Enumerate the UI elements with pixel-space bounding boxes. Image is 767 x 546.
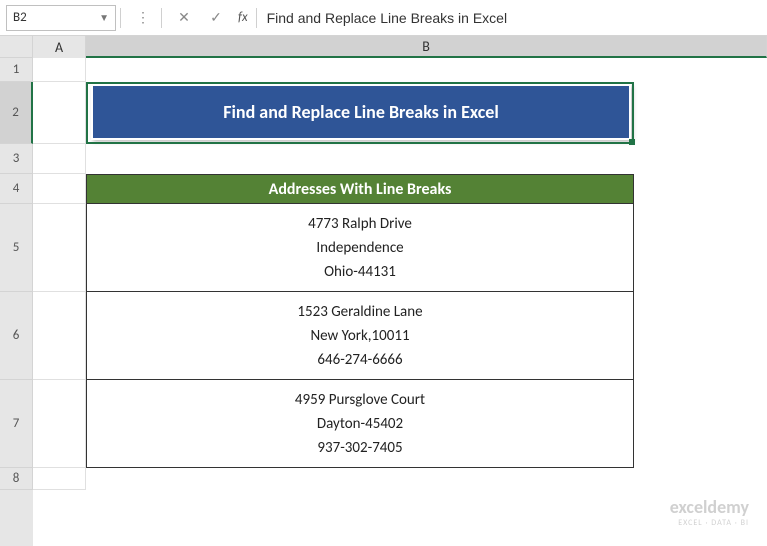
formula-bar: B2 ▼ ⋮ ✕ ✓ fx	[0, 0, 767, 36]
watermark: exceldemy EXCEL · DATA · BI	[670, 496, 749, 528]
row-headers: 1 2 3 4 5 6 7 8	[0, 58, 33, 546]
address-line: 937-302-7405	[317, 436, 402, 460]
row-header-2[interactable]: 2	[0, 82, 33, 144]
name-box[interactable]: B2 ▼	[6, 5, 116, 31]
subheader-text: Addresses With Line Breaks	[269, 180, 452, 199]
row-header-6[interactable]: 6	[0, 292, 33, 380]
col-header-a[interactable]: A	[33, 36, 86, 58]
row-header-1[interactable]: 1	[0, 58, 33, 82]
name-box-value: B2	[13, 10, 27, 25]
address-cell-1[interactable]: 4773 Ralph Drive Independence Ohio-44131	[86, 204, 634, 292]
address-cell-2[interactable]: 1523 Geraldine Lane New York,10011 646-2…	[86, 292, 634, 380]
title-text: Find and Replace Line Breaks in Excel	[223, 101, 499, 123]
watermark-tagline: EXCEL · DATA · BI	[670, 518, 749, 528]
subheader-cell[interactable]: Addresses With Line Breaks	[86, 174, 634, 204]
divider	[256, 8, 257, 28]
col-header-b[interactable]: B	[86, 36, 767, 58]
enter-icon[interactable]: ✓	[202, 5, 230, 31]
address-line: 1523 Geraldine Lane	[297, 300, 422, 324]
address-line: New York,10011	[310, 324, 409, 348]
expand-icon[interactable]: ⋮	[129, 5, 157, 31]
row-header-5[interactable]: 5	[0, 204, 33, 292]
address-line: 4773 Ralph Drive	[308, 212, 412, 236]
select-all-corner[interactable]	[0, 36, 33, 58]
divider	[161, 8, 162, 28]
watermark-brand: exceldemy	[670, 496, 749, 518]
address-line: 646-274-6666	[317, 348, 402, 372]
row-header-3[interactable]: 3	[0, 144, 33, 174]
fx-icon[interactable]: fx	[238, 10, 248, 25]
address-line: Independence	[316, 236, 403, 260]
address-cell-3[interactable]: 4959 Pursglove Court Dayton-45402 937-30…	[86, 380, 634, 468]
row-header-4[interactable]: 4	[0, 174, 33, 204]
formula-input[interactable]	[261, 5, 761, 31]
cancel-icon[interactable]: ✕	[170, 5, 198, 31]
address-line: Ohio-44131	[324, 260, 396, 284]
title-cell[interactable]: Find and Replace Line Breaks in Excel	[91, 84, 631, 140]
address-line: Dayton-45402	[317, 412, 403, 436]
address-line: 4959 Pursglove Court	[295, 388, 425, 412]
cell-area[interactable]: Find and Replace Line Breaks in Excel Ad…	[33, 58, 767, 546]
row-header-7[interactable]: 7	[0, 380, 33, 468]
divider	[120, 8, 121, 28]
dropdown-icon[interactable]: ▼	[99, 11, 109, 24]
row-header-8[interactable]: 8	[0, 468, 33, 490]
